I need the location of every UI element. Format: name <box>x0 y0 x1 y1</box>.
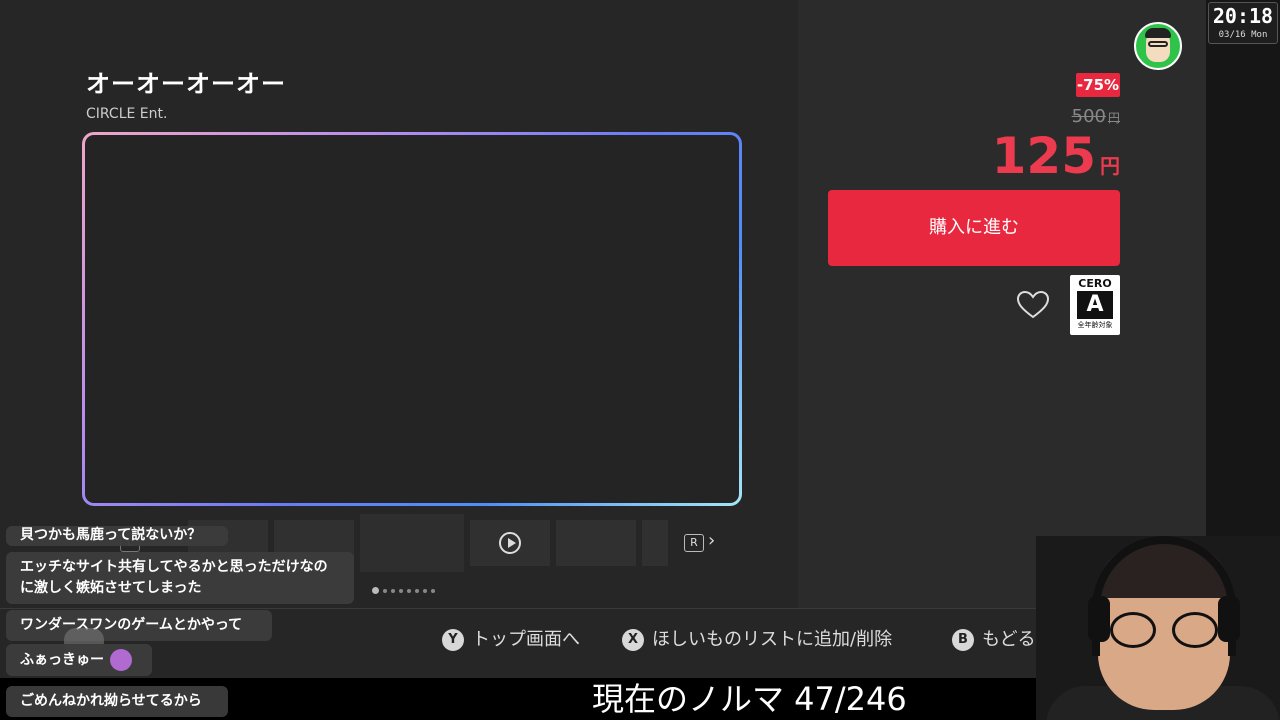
hint-back[interactable]: B もどる <box>952 628 1036 652</box>
streamer-webcam <box>1036 536 1280 720</box>
page-dot <box>431 588 435 593</box>
chat-message: ワンダースワンのゲームとかやって <box>6 610 272 641</box>
chat-message: ふぁっきゅー <box>6 644 152 676</box>
earcup-left <box>1088 596 1110 642</box>
earcup-right <box>1218 596 1240 642</box>
clock-date: 03/16 Mon <box>1218 30 1268 40</box>
emoji-icon <box>110 649 132 671</box>
game-title: オーオーオーオー <box>86 70 286 98</box>
page-dot <box>407 588 411 593</box>
cero-label: CERO <box>1078 277 1112 290</box>
heart-icon[interactable] <box>1016 290 1050 320</box>
chat-message-text: ふぁっきゅー <box>20 652 104 668</box>
sale-price: 125 円 <box>992 128 1120 194</box>
sale-price-currency: 円 <box>1100 154 1120 178</box>
page-dot <box>399 588 403 593</box>
screenshot-image <box>85 135 739 503</box>
chat-message: 貝つかも馬鹿って説ないか？ <box>6 526 228 546</box>
quota-subtitle: 現在のノルマ 47/246 <box>592 680 907 718</box>
page-dot <box>391 588 395 593</box>
proceed-to-purchase-button[interactable]: 購入に進む <box>828 190 1120 266</box>
page-indicator <box>372 580 439 594</box>
clock-time: 20:18 <box>1212 4 1274 28</box>
y-button-icon: Y <box>442 629 464 651</box>
b-button-icon: B <box>952 629 974 651</box>
chat-message: ごめんねかれ拗らせてるから <box>6 686 228 717</box>
thumbnail-selected[interactable] <box>360 514 464 572</box>
cero-grade: A <box>1077 291 1113 319</box>
page-dot <box>415 588 419 593</box>
original-price-currency: 円 <box>1107 111 1120 125</box>
avatar-glasses <box>1148 41 1168 47</box>
original-price: 500 円 <box>1072 106 1120 127</box>
game-publisher: CIRCLE Ent. <box>86 106 168 122</box>
original-price-value: 500 <box>1071 106 1106 127</box>
page-dot-active <box>372 587 379 594</box>
cero-rating-badge: CERO A 全年齢対象 <box>1070 275 1120 335</box>
sale-price-value: 125 <box>991 127 1096 185</box>
screenshot-viewer[interactable] <box>82 132 742 506</box>
hint-wishlist[interactable]: X ほしいものリストに追加/削除 <box>622 628 892 652</box>
thumbnail[interactable] <box>642 520 668 566</box>
stream-clock: 20:18 03/16 Mon <box>1208 2 1278 44</box>
chat-message: エッチなサイト共有してやるかと思っただけなのに激しく嫉妬させてしまった <box>6 552 354 604</box>
x-button-icon: X <box>622 629 644 651</box>
glasses-right <box>1172 612 1218 648</box>
user-avatar[interactable] <box>1134 22 1182 70</box>
discount-badge: -75% <box>1076 73 1120 97</box>
play-icon[interactable] <box>499 532 521 554</box>
purchase-panel <box>798 0 1206 608</box>
thumbnail[interactable] <box>556 520 636 566</box>
avatar-hair <box>1145 28 1171 38</box>
hint-label: ほしいものリストに追加/削除 <box>652 629 893 650</box>
page-dot <box>383 588 387 593</box>
chevron-right-icon[interactable]: › <box>708 530 715 551</box>
hint-label: もどる <box>982 629 1036 650</box>
page-dot <box>423 588 427 593</box>
hint-top-screen[interactable]: Y トップ画面へ <box>442 628 580 652</box>
glasses-left <box>1110 612 1156 648</box>
cero-note: 全年齢対象 <box>1077 321 1113 329</box>
hint-label: トップ画面へ <box>472 629 580 650</box>
shoulder-r-icon[interactable]: R <box>684 534 704 552</box>
